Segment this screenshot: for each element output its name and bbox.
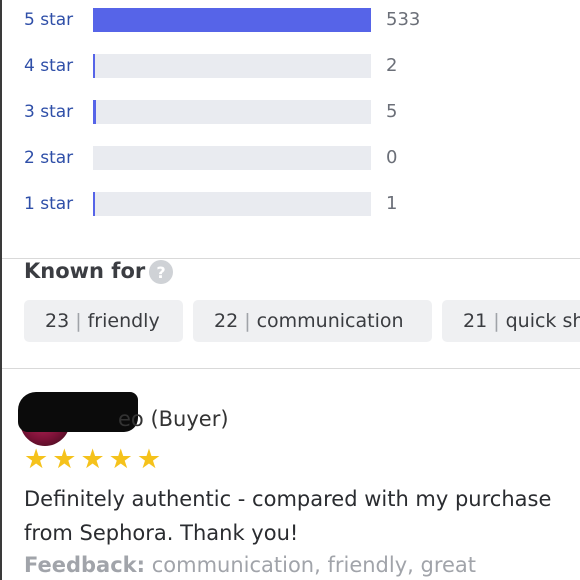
rating-bar-track [93,192,371,216]
rating-count: 1 [386,193,398,214]
rating-count: 2 [386,55,398,76]
chip-count: 22 [214,310,239,332]
chip-separator: | [244,310,251,332]
chip-label: quick sh [505,310,580,332]
rating-row-4[interactable]: 4 star 2 [0,54,580,80]
help-icon[interactable]: ? [149,260,173,284]
chip-separator: | [75,310,82,332]
rating-bar-fill [93,192,95,216]
rating-label[interactable]: 3 star [24,102,73,122]
rating-label[interactable]: 5 star [24,10,73,30]
frame-border [0,0,2,580]
chip-communication[interactable]: 22 | communication [193,300,432,342]
chip-label: communication [256,310,404,332]
review-feedback: Feedback: communication, friendly, great [24,550,476,580]
rating-row-5[interactable]: 5 star 533 [0,8,580,34]
rating-bar-fill [93,8,371,32]
rating-label[interactable]: 4 star [24,56,73,76]
reviewer-name[interactable]: eo (Buyer) [118,407,229,431]
rating-label[interactable]: 2 star [24,148,73,168]
rating-bar-fill [93,54,95,78]
rating-count: 5 [386,101,398,122]
star-icon: ★ [108,444,133,475]
rating-row-3[interactable]: 3 star 5 [0,100,580,126]
rating-bar-track [93,146,371,170]
star-icon: ★ [136,444,162,475]
rating-bar-fill [93,100,96,124]
review-text: Definitely authentic - compared with my … [24,487,552,545]
chip-separator: | [493,310,500,332]
rating-bar-track [93,100,371,124]
rating-label[interactable]: 1 star [24,194,73,214]
section-divider [2,368,580,369]
star-icon: ★ [24,444,49,475]
feedback-value: communication, friendly, great [151,553,477,577]
rating-bar-track [93,8,371,32]
rating-row-1[interactable]: 1 star 1 [0,192,580,218]
rating-count: 0 [386,147,398,168]
chip-label: friendly [87,310,160,332]
rating-count: 533 [386,9,421,30]
rating-row-2[interactable]: 2 star 0 [0,146,580,172]
star-icon: ★ [80,444,105,475]
chip-quick-ship[interactable]: 21 | quick sh [442,300,580,342]
star-icon: ★ [52,444,77,475]
feedback-label: Feedback: [24,553,146,577]
star-rating: ★ ★ ★ ★ ★ [24,446,161,474]
chip-friendly[interactable]: 23 | friendly [24,300,183,342]
chip-count: 23 [45,310,70,332]
known-for-title: Known for [24,259,146,283]
rating-bar-track [93,54,371,78]
chip-count: 21 [463,310,488,332]
